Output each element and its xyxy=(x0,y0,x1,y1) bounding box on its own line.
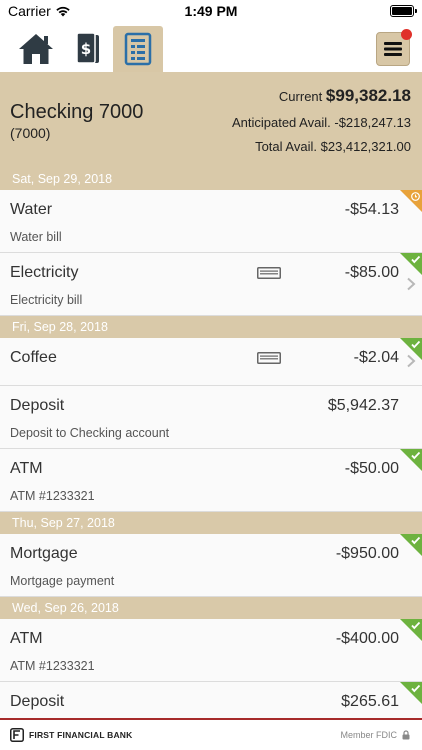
transaction-description: Water bill xyxy=(10,230,62,244)
checkmark-icon xyxy=(411,255,421,264)
card-icon xyxy=(257,267,281,279)
menu-button[interactable] xyxy=(376,29,412,66)
transaction-description: Deposit to Checking account xyxy=(10,426,170,440)
status-bar: Carrier 1:49 PM xyxy=(0,0,422,22)
transaction-description: Mortgage payment xyxy=(10,574,115,588)
lock-icon xyxy=(402,730,410,740)
date-header: Wed, Sep 26, 2018 xyxy=(0,597,422,619)
card-icon xyxy=(257,352,281,364)
account-header: Checking 7000 (7000) Current $99,382.18 … xyxy=(0,72,422,168)
checkmark-icon xyxy=(411,621,421,630)
bank-logo-icon xyxy=(10,728,24,742)
transaction-row[interactable]: ATM -$400.00 ATM #1233321 xyxy=(0,619,422,682)
transaction-amount: -$54.13 xyxy=(344,201,399,218)
checkmark-icon xyxy=(411,340,421,349)
account-name: Checking 7000 xyxy=(10,101,144,123)
account-number: (7000) xyxy=(10,125,51,141)
date-header: Thu, Sep 27, 2018 xyxy=(0,512,422,534)
checkmark-icon xyxy=(411,451,421,460)
bank-name: FIRST FINANCIAL BANK xyxy=(29,730,133,740)
transaction-name: Water xyxy=(10,201,53,218)
anticipated-balance-value: -$218,247.13 xyxy=(334,115,411,130)
transaction-row[interactable]: Water -$54.13 Water bill xyxy=(0,190,422,253)
transaction-amount: -$400.00 xyxy=(335,630,399,647)
clock: 1:49 PM xyxy=(184,3,238,19)
anticipated-balance-label: Anticipated Avail. xyxy=(231,115,331,130)
current-balance-label: Current xyxy=(278,89,323,104)
transaction-name: Mortgage xyxy=(10,545,78,562)
home-tab[interactable] xyxy=(11,26,61,72)
checkmark-icon xyxy=(411,536,421,545)
bank-brand: FIRST FINANCIAL BANK xyxy=(10,728,132,742)
total-balance: Total Avail. $23,412,321.00 xyxy=(255,139,411,154)
transaction-name: ATM xyxy=(10,460,43,477)
clock-icon xyxy=(411,192,420,201)
transaction-row[interactable]: Coffee -$2.04 xyxy=(0,338,422,386)
svg-text:$: $ xyxy=(81,40,91,58)
transaction-name: Deposit xyxy=(10,397,65,414)
anticipated-balance: Anticipated Avail. -$218,247.13 xyxy=(232,115,411,130)
transaction-amount: -$950.00 xyxy=(335,545,399,562)
fdic-label: Member FDIC xyxy=(340,730,397,740)
transaction-name: Coffee xyxy=(10,349,57,366)
transaction-row[interactable]: Deposit $5,942.37 Deposit to Checking ac… xyxy=(0,386,422,449)
statements-tab[interactable] xyxy=(113,26,163,72)
transaction-row[interactable]: ATM -$50.00 ATM #1233321 xyxy=(0,449,422,512)
chevron-right-icon xyxy=(407,277,416,291)
transaction-name: ATM xyxy=(10,630,43,647)
transaction-row[interactable]: Electricity -$85.00 Electricity bill xyxy=(0,253,422,316)
transaction-amount: -$50.00 xyxy=(344,460,399,477)
transaction-amount: -$85.00 xyxy=(344,264,399,281)
top-nav: $ xyxy=(0,22,422,72)
transaction-row[interactable]: Mortgage -$950.00 Mortgage payment xyxy=(0,534,422,597)
transaction-description: ATM #1233321 xyxy=(10,659,95,673)
current-balance: Current $99,382.18 xyxy=(279,86,411,106)
transaction-name: Electricity xyxy=(10,264,79,281)
money-icon: $ xyxy=(76,32,99,64)
total-balance-value: $23,412,321.00 xyxy=(320,139,411,154)
checkmark-icon xyxy=(411,684,421,693)
notification-badge xyxy=(401,29,412,40)
transaction-name: Deposit xyxy=(10,693,65,710)
current-balance-value: $99,382.18 xyxy=(325,86,411,105)
transaction-description: Electricity bill xyxy=(10,293,83,307)
fdic-notice: Member FDIC xyxy=(340,730,410,740)
transaction-amount: -$2.04 xyxy=(353,349,399,366)
battery-icon xyxy=(390,5,417,17)
transfer-tab[interactable]: $ xyxy=(62,26,112,72)
home-icon xyxy=(19,34,53,64)
transaction-list[interactable]: Sat, Sep 29, 2018 Water -$54.13 Water bi… xyxy=(0,168,422,745)
transaction-amount: $5,942.37 xyxy=(327,397,399,414)
hamburger-icon xyxy=(384,42,402,56)
date-header: Sat, Sep 29, 2018 xyxy=(0,168,422,190)
ledger-icon xyxy=(124,32,152,66)
transaction-amount: $265.61 xyxy=(341,693,399,710)
transaction-description: ATM #1233321 xyxy=(10,489,95,503)
footer: FIRST FINANCIAL BANK Member FDIC xyxy=(0,718,422,750)
total-balance-label: Total Avail. xyxy=(255,139,317,154)
date-header: Fri, Sep 28, 2018 xyxy=(0,316,422,338)
